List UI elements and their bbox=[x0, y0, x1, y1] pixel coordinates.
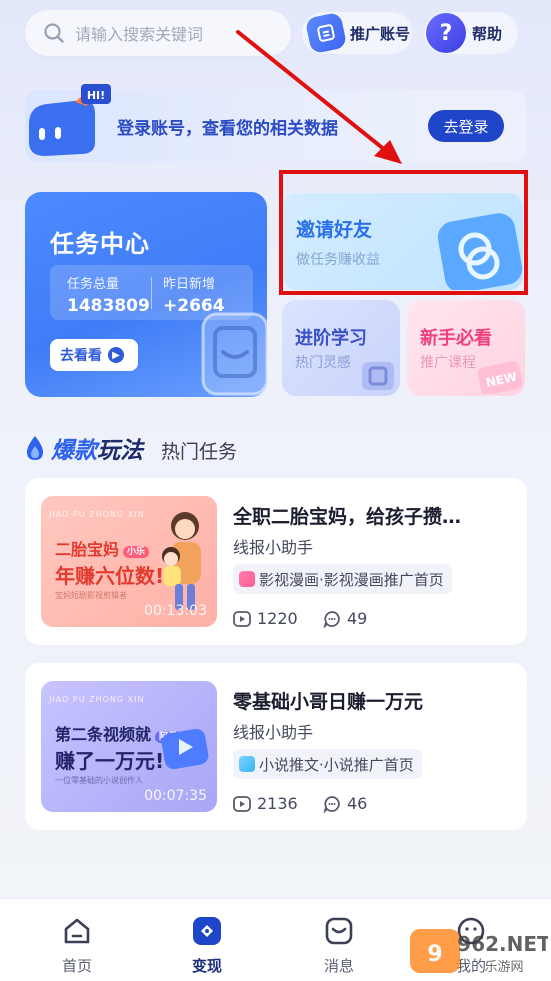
section-title-rest: 玩法 bbox=[97, 438, 143, 464]
tab-hot-tasks[interactable]: 热门任务 bbox=[161, 437, 237, 464]
help-button[interactable]: ? 帮助 bbox=[424, 12, 518, 54]
newbie-subtitle: 推广课程 bbox=[420, 355, 476, 371]
video-thumbnail[interactable]: JIAO PU ZHONG XIN 第二条视频就阿泽 赚了一万元! 一位零基础的… bbox=[41, 681, 217, 812]
account-card-icon bbox=[304, 11, 348, 55]
nav-message[interactable]: 消息 bbox=[309, 915, 369, 976]
learn-title: 进阶学习 bbox=[295, 328, 367, 349]
section-title: 爆款玩法 bbox=[51, 431, 143, 465]
nav-home-label: 首页 bbox=[61, 957, 92, 975]
tablet-illustration-icon bbox=[201, 312, 267, 396]
promo-account-button[interactable]: 推广账号 bbox=[302, 11, 412, 55]
login-banner[interactable]: HI! 登录账号，查看您的相关数据 去登录 bbox=[25, 84, 526, 162]
newbie-title: 新手必看 bbox=[420, 328, 492, 349]
video-thumbnail[interactable]: JIAO PU ZHONG XIN 二胎宝妈 小乐 年赚六位数! 宝妈短剧影视剪辑… bbox=[41, 496, 217, 627]
section-title-highlight: 爆款 bbox=[51, 438, 97, 464]
flame-icon bbox=[27, 436, 43, 460]
stat-divider bbox=[151, 277, 152, 309]
stat-total: 任务总量 1483809 bbox=[67, 273, 150, 316]
learn-subtitle: 热门灵感 bbox=[295, 355, 351, 371]
view-tasks-label: 去看看 bbox=[60, 348, 102, 364]
stat-total-label: 任务总量 bbox=[67, 277, 120, 292]
hi-badge: HI! bbox=[87, 89, 105, 102]
stat-total-value: 1483809 bbox=[67, 296, 150, 316]
nav-home[interactable]: 首页 bbox=[47, 915, 107, 976]
play-icon bbox=[233, 610, 251, 627]
search-icon bbox=[44, 23, 64, 43]
svg-text:9: 9 bbox=[427, 942, 442, 967]
task-author: 线报小助手 bbox=[233, 538, 314, 557]
task-center-title: 任务中心 bbox=[50, 230, 150, 258]
category-icon bbox=[239, 571, 255, 587]
task-author: 线报小助手 bbox=[233, 723, 314, 742]
advanced-learning-card[interactable]: 进阶学习 热门灵感 bbox=[282, 300, 400, 396]
stat-new-label: 昨日新增 bbox=[163, 277, 216, 292]
mother-child-illustration-icon bbox=[162, 512, 201, 610]
thumb-caption: JIAO PU ZHONG XIN bbox=[49, 695, 145, 704]
comment-icon bbox=[323, 610, 340, 628]
nav-earn[interactable]: 变现 bbox=[177, 915, 237, 976]
promo-account-label: 推广账号 bbox=[350, 24, 411, 43]
chevron-right-icon: ▶ bbox=[108, 347, 124, 363]
mascot-icon: HI! bbox=[29, 84, 111, 156]
login-button[interactable]: 去登录 bbox=[428, 110, 504, 142]
section-header: 爆款玩法 热门任务 bbox=[25, 430, 237, 465]
search-bar[interactable]: 请输入搜索关键词 bbox=[25, 10, 291, 56]
thumb-line3: 宝妈短剧影视剪辑者 bbox=[55, 591, 127, 600]
comment-count-value: 46 bbox=[347, 794, 368, 813]
view-count: 1220 bbox=[233, 609, 298, 628]
task-card[interactable]: JIAO PU ZHONG XIN 二胎宝妈 小乐 年赚六位数! 宝妈短剧影视剪辑… bbox=[25, 478, 527, 645]
book-icon bbox=[362, 362, 394, 390]
nav-earn-label: 变现 bbox=[191, 957, 222, 975]
comment-count: 49 bbox=[323, 609, 367, 628]
view-count-value: 1220 bbox=[257, 609, 298, 628]
search-input[interactable]: 请输入搜索关键词 bbox=[75, 21, 203, 45]
site-watermark-logo: 9 962.NET 乐游网 bbox=[410, 929, 548, 975]
watermark-sub: 乐游网 bbox=[484, 960, 523, 975]
play-icon bbox=[233, 795, 251, 812]
task-center-card[interactable]: 任务中心 任务总量 1483809 昨日新增 +2664 去看看 ▶ bbox=[25, 192, 267, 397]
task-title: 全职二胎宝妈，给孩子攒… bbox=[233, 506, 462, 528]
newbie-guide-card[interactable]: 新手必看 推广课程 NEW bbox=[407, 300, 525, 396]
new-badge-icon: NEW bbox=[477, 361, 523, 394]
nav-message-label: 消息 bbox=[323, 957, 354, 975]
home-icon bbox=[64, 918, 90, 944]
help-label: 帮助 bbox=[472, 24, 503, 43]
video-duration: 00:13:03 bbox=[144, 603, 207, 619]
message-icon bbox=[325, 917, 353, 945]
category-chip[interactable]: 小说推文·小说推广首页 bbox=[233, 749, 422, 779]
video-duration: 00:07:35 bbox=[144, 788, 207, 804]
comment-count: 46 bbox=[323, 794, 367, 813]
comment-count-value: 49 bbox=[347, 609, 368, 628]
play-screen-illustration-icon bbox=[161, 728, 209, 770]
category-chip[interactable]: 影视漫画·影视漫画推广首页 bbox=[233, 564, 452, 594]
thumb-line2: 赚了一万元! bbox=[55, 749, 165, 773]
category-label: 影视漫画·影视漫画推广首页 bbox=[259, 570, 444, 589]
view-count: 2136 bbox=[233, 794, 298, 813]
view-tasks-button[interactable]: 去看看 ▶ bbox=[50, 339, 138, 371]
comment-icon bbox=[323, 795, 340, 813]
watermark-brand: 962.NET bbox=[457, 932, 548, 956]
question-icon: ? bbox=[426, 13, 466, 53]
thumb-tag: 小乐 bbox=[123, 546, 150, 558]
category-label: 小说推文·小说推广首页 bbox=[259, 755, 414, 774]
task-title: 零基础小哥日赚一万元 bbox=[233, 691, 424, 713]
annotation-highlight-box bbox=[279, 170, 528, 295]
thumb-line1: 二胎宝妈 小乐 bbox=[55, 536, 150, 560]
login-prompt: 登录账号，查看您的相关数据 bbox=[117, 119, 338, 139]
earn-icon bbox=[193, 917, 221, 945]
view-count-value: 2136 bbox=[257, 794, 298, 813]
task-card[interactable]: JIAO PU ZHONG XIN 第二条视频就阿泽 赚了一万元! 一位零基础的… bbox=[25, 663, 527, 830]
thumb-caption: JIAO PU ZHONG XIN bbox=[49, 510, 145, 519]
thumb-line3: 一位零基础的小说创作人 bbox=[55, 776, 143, 785]
category-icon bbox=[239, 756, 255, 772]
thumb-line2: 年赚六位数! bbox=[55, 564, 165, 588]
